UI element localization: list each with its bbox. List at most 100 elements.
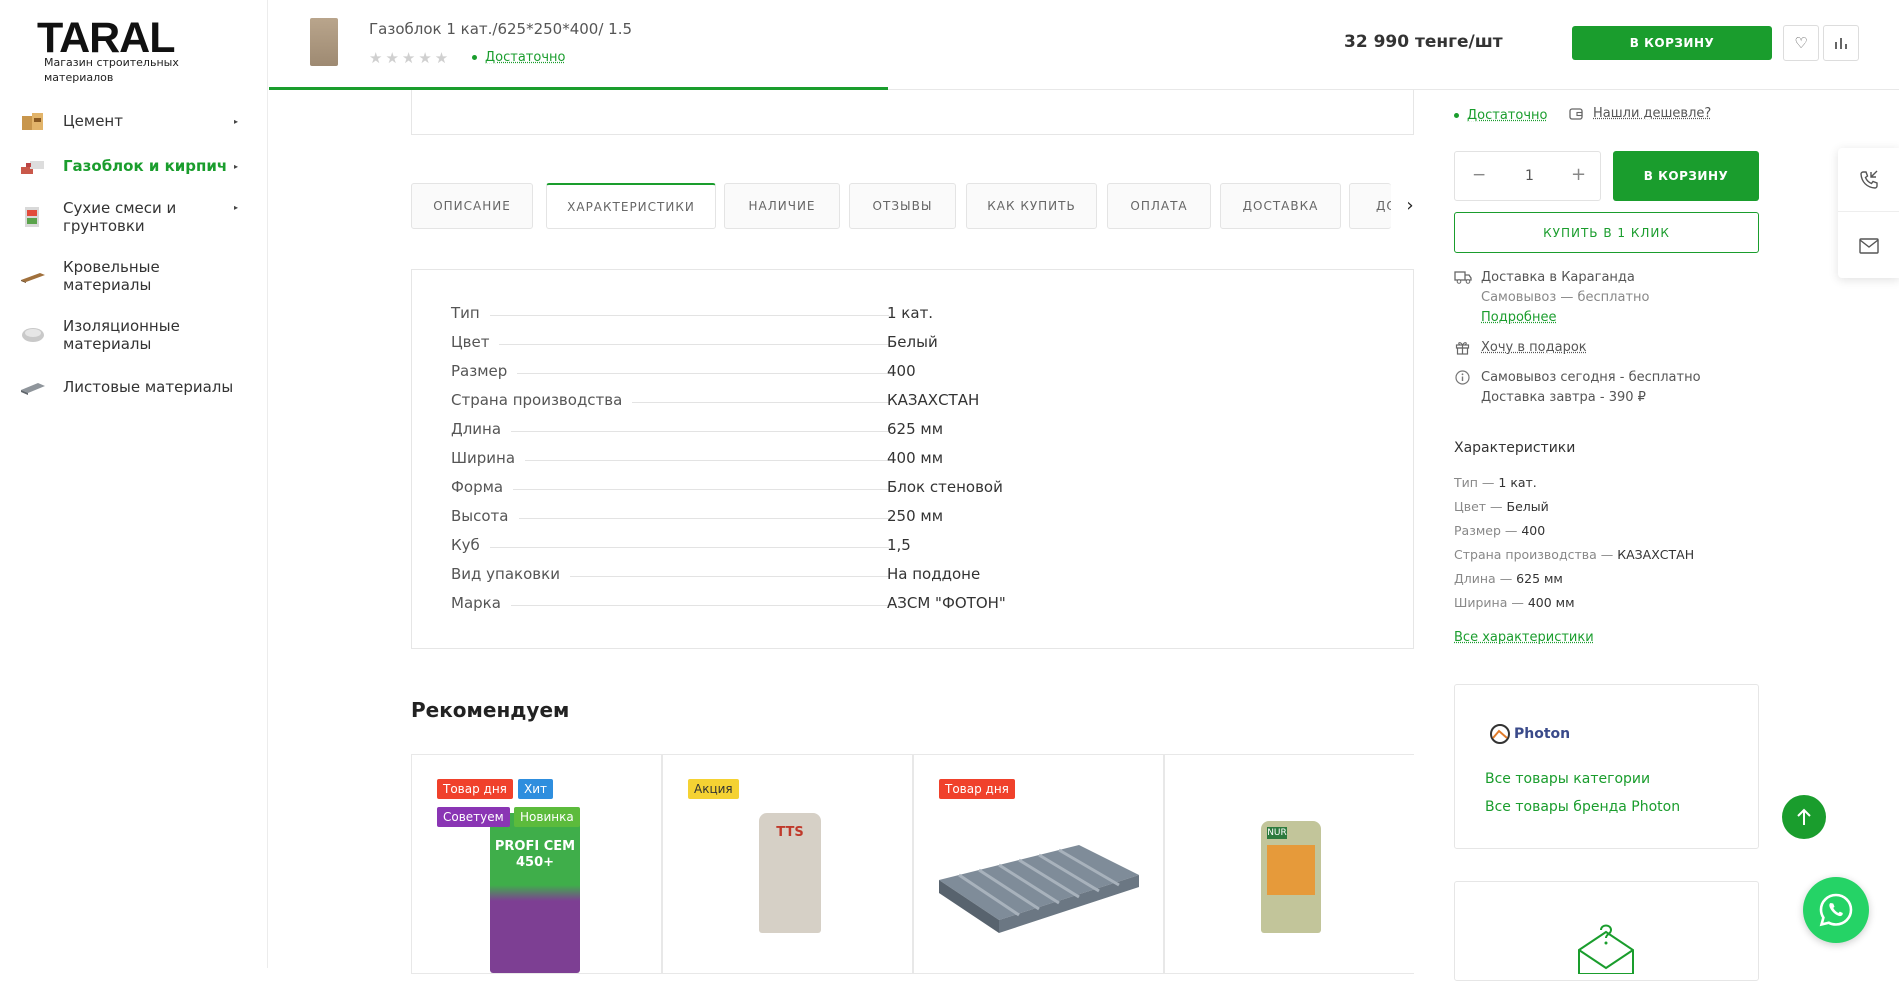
spec-name: Страна производства xyxy=(451,391,632,409)
sheets-icon xyxy=(20,376,46,398)
product-image[interactable]: PROFI CEM 450+ xyxy=(490,813,580,973)
sidebar-item-sheets[interactable]: Листовые материалы xyxy=(20,376,250,398)
product-image[interactable]: TTS xyxy=(759,813,821,933)
spec-row: Длина 625 мм xyxy=(451,420,1021,440)
sidebar-item-label: Газоблок и кирпич xyxy=(63,157,227,175)
spec-row: Форма Блок стеновой xyxy=(451,478,1021,498)
buy-one-click-button[interactable]: КУПИТЬ В 1 КЛИК xyxy=(1454,212,1759,253)
sidebar-item-roofing[interactable]: Кровельные материалы xyxy=(20,258,250,294)
sidebar: TARAL Магазин строительных материалов Це… xyxy=(0,0,268,968)
quantity-stepper[interactable]: − 1 + xyxy=(1454,151,1601,201)
product-image[interactable] xyxy=(939,825,1139,935)
recommend-title: Рекомендуем xyxy=(411,698,569,722)
spec-row: Куб 1,5 xyxy=(451,536,1021,556)
spec-value: 625 мм xyxy=(887,420,943,438)
callback-button[interactable] xyxy=(1838,148,1899,212)
product-card[interactable]: Акция TTS xyxy=(662,754,913,974)
availability-label: Достаточно xyxy=(485,50,565,65)
product-card[interactable]: Товар дня Хит PROFI CEM 450+ Советуем Но… xyxy=(411,754,662,974)
sidebar-item-insulation[interactable]: Изоляционные материалы xyxy=(20,317,250,353)
char-value: 400 мм xyxy=(1528,595,1575,610)
badge-new: Новинка xyxy=(514,807,580,827)
badge-day: Товар дня xyxy=(939,779,1015,799)
gift-icon xyxy=(1455,340,1470,355)
tab-availability[interactable]: НАЛИЧИЕ xyxy=(724,183,840,229)
sidebar-item-dry-mixes[interactable]: Сухие смеси и грунтовки ▸ xyxy=(20,199,250,235)
chevron-right-icon: ▸ xyxy=(234,117,238,126)
short-char-row: Длина — 625 мм xyxy=(1454,571,1563,586)
gift-link[interactable]: Хочу в подарок xyxy=(1481,340,1587,355)
sticky-price: 32 990 тенге/шт xyxy=(1344,32,1503,52)
product-image[interactable]: NUR xyxy=(1261,821,1321,933)
char-value: 625 мм xyxy=(1516,571,1563,586)
delivery-more-link[interactable]: Подробнее xyxy=(1481,310,1556,325)
spec-row: Высота 250 мм xyxy=(451,507,1021,527)
sticky-add-to-cart-button[interactable]: В КОРЗИНУ xyxy=(1572,26,1772,60)
spec-name: Тип xyxy=(451,304,490,322)
found-cheaper-link[interactable]: Нашли дешевле? xyxy=(1569,106,1711,121)
tab-description[interactable]: ОПИСАНИЕ xyxy=(411,183,533,229)
spec-divider xyxy=(451,605,889,606)
message-button[interactable] xyxy=(1838,213,1899,278)
product-thumbnail[interactable] xyxy=(310,18,338,66)
spec-name: Куб xyxy=(451,536,490,554)
availability-status[interactable]: Достаточно xyxy=(472,50,565,65)
tabs-next-button[interactable]: › xyxy=(1395,190,1425,220)
spec-divider xyxy=(451,315,889,316)
tab-reviews[interactable]: ОТЗЫВЫ xyxy=(849,183,956,229)
found-cheaper-label: Нашли дешевле? xyxy=(1593,106,1711,121)
scroll-to-top-button[interactable] xyxy=(1782,795,1826,839)
badge-advise: Советуем xyxy=(437,807,510,827)
logo-subtitle: Магазин строительных материалов xyxy=(44,55,184,85)
mail-icon xyxy=(1859,238,1879,254)
tab-delivery[interactable]: ДОСТАВКА xyxy=(1220,183,1341,229)
sidebar-item-gasblock[interactable]: Газоблок и кирпич ▸ xyxy=(20,155,250,177)
char-value: Белый xyxy=(1507,499,1549,514)
all-brand-link[interactable]: Все товары бренда Photon xyxy=(1485,799,1680,815)
chevron-right-icon: ▸ xyxy=(234,203,238,212)
sticky-product-header: Газоблок 1 кат./625*250*400/ 1.5 ★★★★★ Д… xyxy=(269,0,1899,90)
sticky-product-title[interactable]: Газоблок 1 кат./625*250*400/ 1.5 xyxy=(369,20,632,38)
spec-name: Высота xyxy=(451,507,519,525)
chevron-right-icon: › xyxy=(1406,195,1413,216)
product-card[interactable]: NUR xyxy=(1164,754,1414,974)
favorite-button[interactable]: ♡ xyxy=(1783,25,1819,61)
all-category-link[interactable]: Все товары категории xyxy=(1485,771,1650,787)
char-name: Страна производства xyxy=(1454,547,1597,562)
tab-characteristics[interactable]: ХАРАКТЕРИСТИКИ xyxy=(546,183,716,229)
delivery-tomorrow: Доставка завтра - 390 ₽ xyxy=(1481,390,1646,405)
all-characteristics-link[interactable]: Все характеристики xyxy=(1454,630,1594,645)
char-name: Ширина xyxy=(1454,595,1507,610)
spec-name: Форма xyxy=(451,478,513,496)
tab-how-to-buy[interactable]: КАК КУПИТЬ xyxy=(966,183,1097,229)
product-image-text: NUR xyxy=(1267,827,1287,839)
availability-label: Достаточно xyxy=(1467,108,1547,123)
compare-icon xyxy=(1834,36,1848,50)
quantity-decrease-button[interactable]: − xyxy=(1472,165,1486,185)
quantity-value[interactable]: 1 xyxy=(1525,168,1534,184)
tab-more[interactable]: ДО xyxy=(1349,183,1391,229)
spec-row: Страна производства КАЗАХСТАН xyxy=(451,391,1021,411)
add-to-cart-button[interactable]: В КОРЗИНУ xyxy=(1613,151,1759,201)
right-availability[interactable]: Достаточно xyxy=(1454,108,1547,123)
char-name: Размер xyxy=(1454,523,1501,538)
question-panel xyxy=(1454,881,1759,981)
tab-payment[interactable]: ОПЛАТА xyxy=(1107,183,1211,229)
spec-divider xyxy=(451,489,889,490)
sidebar-item-cement[interactable]: Цемент ▸ xyxy=(20,110,250,132)
photon-logo-icon xyxy=(1489,723,1511,745)
quantity-increase-button[interactable]: + xyxy=(1571,164,1586,185)
compare-button[interactable] xyxy=(1823,25,1859,61)
brand-logo[interactable]: Photon xyxy=(1489,723,1570,745)
spec-value: 250 мм xyxy=(887,507,943,525)
delivery-city: Доставка в Караганда xyxy=(1481,270,1635,285)
whatsapp-button[interactable] xyxy=(1803,877,1869,943)
spec-row: Размер 400 xyxy=(451,362,1021,382)
heart-icon: ♡ xyxy=(1794,34,1807,52)
product-card[interactable]: Товар дня xyxy=(913,754,1164,974)
spec-name: Цвет xyxy=(451,333,499,351)
sidebar-item-label: Изоляционные материалы xyxy=(63,317,193,353)
product-image-text: TTS xyxy=(759,825,821,840)
pickup-info: Самовывоз — бесплатно xyxy=(1481,290,1650,305)
sidebar-item-label: Сухие смеси и грунтовки xyxy=(63,199,193,235)
